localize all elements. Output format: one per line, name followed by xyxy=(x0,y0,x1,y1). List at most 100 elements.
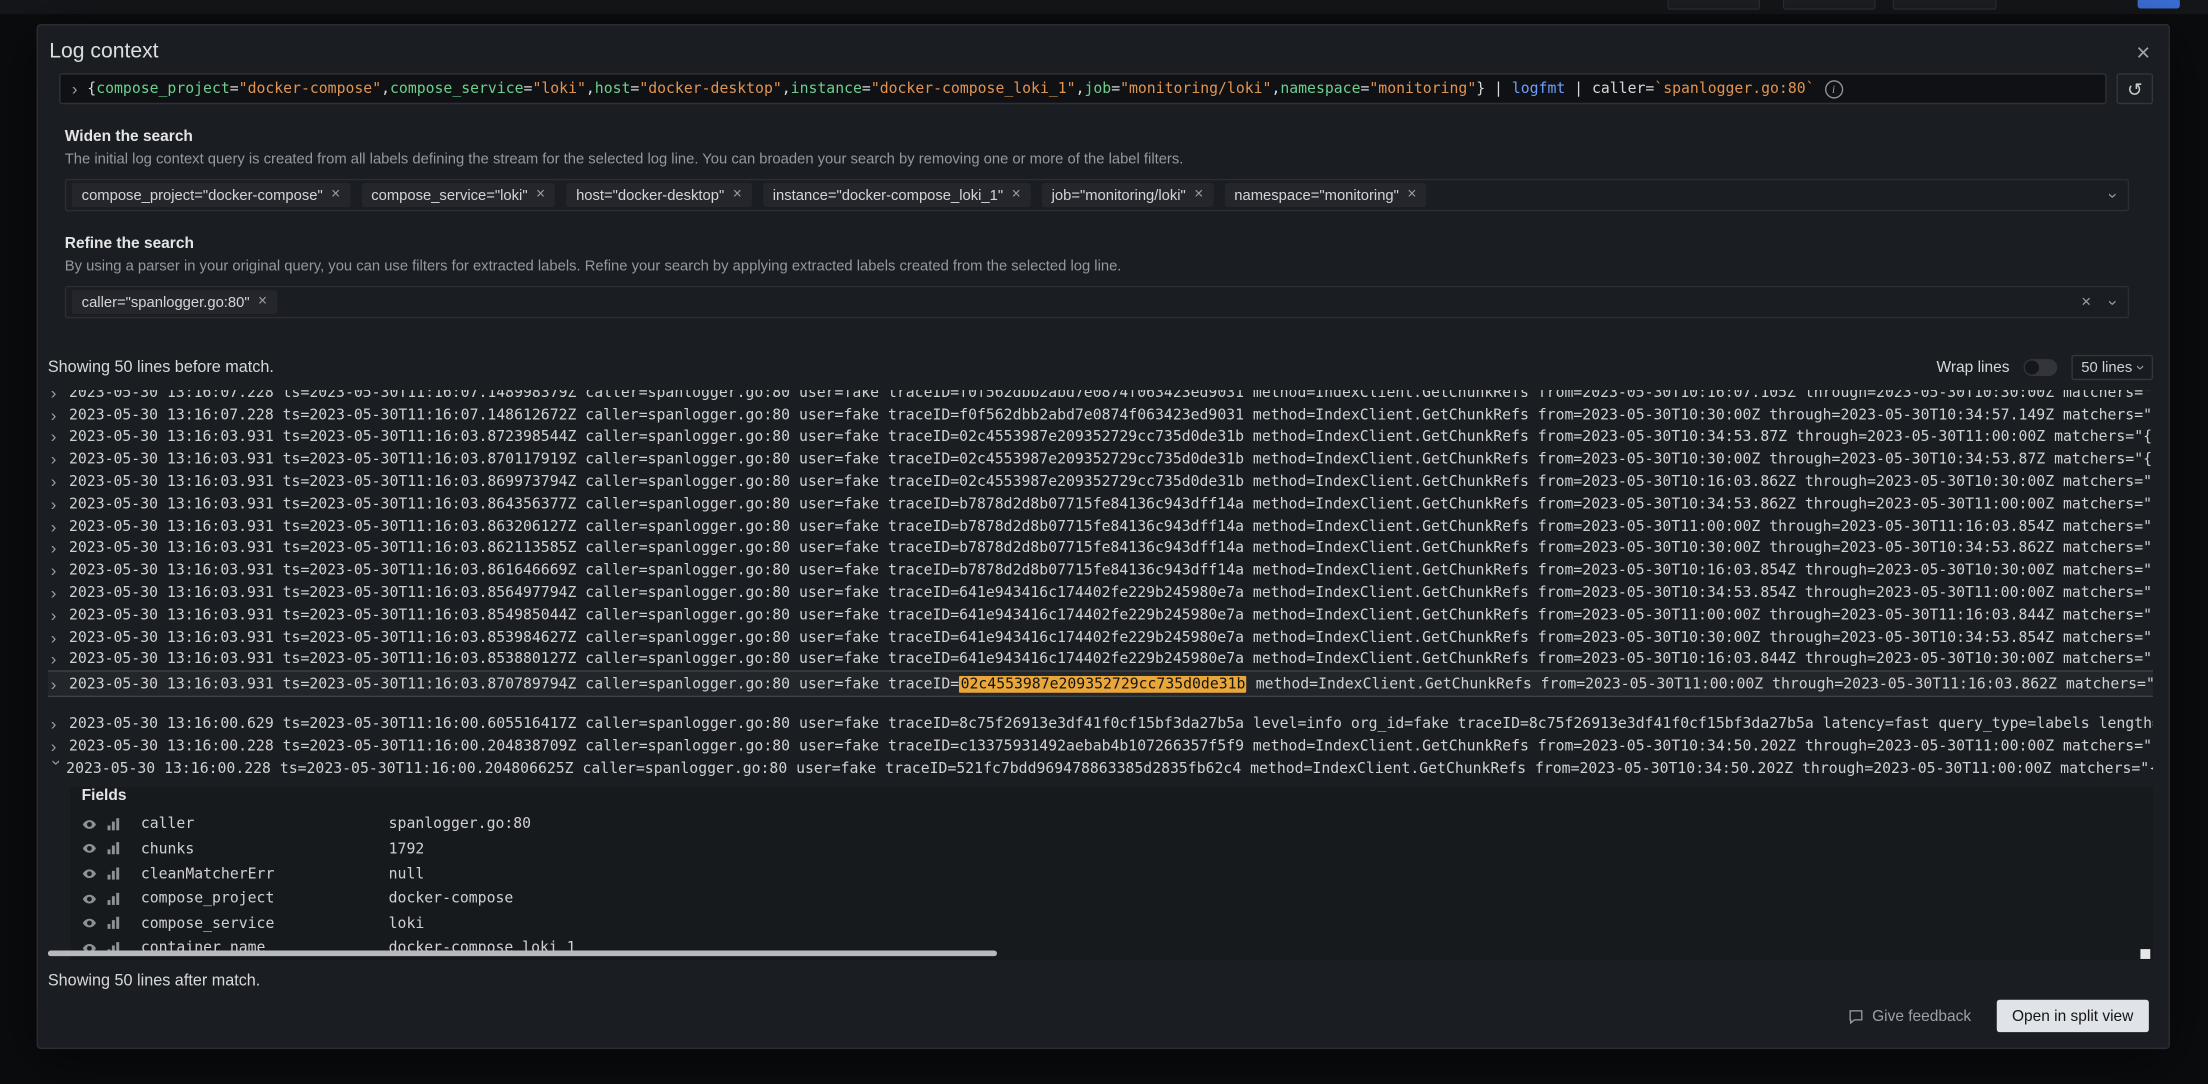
remove-filter-icon[interactable]: × xyxy=(258,294,267,309)
field-stats-icon[interactable] xyxy=(106,916,121,931)
log-line[interactable]: › 2023-05-30 13:16:03.931 ts=2023-05-30T1… xyxy=(48,604,2153,626)
log-line[interactable]: › 2023-05-30 13:16:03.931 ts=2023-05-30T1… xyxy=(48,515,2153,537)
query-token: "docker-compose_loki_1" xyxy=(870,80,1076,98)
eye-icon[interactable] xyxy=(82,916,97,931)
log-line[interactable]: › 2023-05-30 13:16:00.228 ts=2023-05-30T1… xyxy=(48,757,2153,779)
chevron-down-icon[interactable]: › xyxy=(2104,193,2124,199)
log-line-text: 2023-05-30 13:16:00.629 ts=2023-05-30T11… xyxy=(68,715,2153,733)
remove-filter-icon[interactable]: × xyxy=(536,187,545,202)
log-line[interactable]: › 2023-05-30 13:16:03.931 ts=2023-05-30T1… xyxy=(48,471,2153,493)
background-primary-button xyxy=(2137,0,2180,9)
log-line[interactable]: › 2023-05-30 13:16:00.228 ts=2023-05-30T1… xyxy=(48,735,2153,757)
log-line-text: 2023-05-30 13:16:07.228 ts=2023-05-30T11… xyxy=(68,390,2153,402)
expand-row-icon[interactable]: › xyxy=(48,429,69,446)
query-token: = xyxy=(630,80,640,98)
eye-icon[interactable] xyxy=(82,817,97,832)
log-line[interactable]: › 2023-05-30 13:16:07.228 ts=2023-05-30T1… xyxy=(48,404,2153,426)
field-stats-icon[interactable] xyxy=(106,891,121,906)
label-filter-pill[interactable]: compose_service="loki" × xyxy=(361,183,555,207)
field-stats-icon[interactable] xyxy=(106,841,121,856)
filter-pill-label: compose_project="docker-compose" xyxy=(81,186,323,204)
log-details-panel: Fields caller spanlogger.go:80 chunks 1792 c… xyxy=(70,786,2154,961)
label-filter-pill[interactable]: job="monitoring/loki" × xyxy=(1041,183,1214,207)
comment-icon xyxy=(1850,1009,1864,1024)
label-filter-pill[interactable]: caller="spanlogger.go:80" × xyxy=(71,290,277,315)
lines-count-select[interactable]: 50 lines › xyxy=(2071,354,2154,381)
log-line[interactable]: › 2023-05-30 13:16:03.931 ts=2023-05-30T1… xyxy=(48,426,2153,448)
expand-row-icon[interactable]: › xyxy=(48,651,69,668)
expand-row-icon[interactable]: › xyxy=(48,451,69,468)
expand-row-icon[interactable]: › xyxy=(48,407,69,424)
log-line[interactable]: › 2023-05-30 13:16:03.931 ts=2023-05-30T1… xyxy=(48,560,2153,582)
label-filter-pill[interactable]: compose_project="docker-compose" × xyxy=(71,183,351,207)
chevron-down-icon[interactable]: › xyxy=(2104,300,2124,306)
eye-icon[interactable] xyxy=(82,841,97,856)
expand-row-icon[interactable]: › xyxy=(48,738,69,755)
open-split-view-button[interactable]: Open in split view xyxy=(1996,999,2149,1033)
expand-row-icon[interactable]: › xyxy=(48,676,69,693)
horizontal-scrollbar[interactable] xyxy=(47,950,997,957)
expand-row-icon[interactable]: › xyxy=(48,715,69,732)
expand-row-icon[interactable]: › xyxy=(48,607,69,624)
query-token: compose_project xyxy=(96,80,230,98)
query-token: job xyxy=(1084,80,1112,98)
expand-row-icon[interactable]: › xyxy=(48,540,69,557)
remove-filter-icon[interactable]: × xyxy=(1012,187,1021,202)
wrap-lines-toggle[interactable] xyxy=(2023,359,2058,376)
log-line[interactable]: › 2023-05-30 13:16:07.228 ts=2023-05-30T1… xyxy=(48,390,2153,404)
log-line[interactable]: › 2023-05-30 13:16:03.931 ts=2023-05-30T1… xyxy=(48,649,2153,671)
clear-all-icon[interactable]: × xyxy=(2081,291,2091,311)
log-line[interactable]: › 2023-05-30 13:16:03.931 ts=2023-05-30T1… xyxy=(48,493,2153,515)
close-icon[interactable]: × xyxy=(2133,38,2153,68)
revert-query-icon[interactable]: ↺ xyxy=(2116,73,2154,105)
chevron-right-icon[interactable]: › xyxy=(72,80,78,97)
remove-filter-icon[interactable]: × xyxy=(1407,187,1416,202)
log-line[interactable]: › 2023-05-30 13:16:00.629 ts=2023-05-30T1… xyxy=(48,713,2153,735)
expand-row-icon[interactable]: › xyxy=(48,473,69,490)
field-stats-icon[interactable] xyxy=(106,817,121,832)
refine-pill-wrap: caller="spanlogger.go:80" × xyxy=(71,290,277,315)
expand-row-icon[interactable]: › xyxy=(48,562,69,579)
query-token: = xyxy=(523,80,533,98)
remove-filter-icon[interactable]: × xyxy=(733,187,742,202)
log-line[interactable]: › 2023-05-30 13:16:03.931 ts=2023-05-30T1… xyxy=(48,582,2153,604)
log-line[interactable]: › 2023-05-30 13:16:03.931 ts=2023-05-30T1… xyxy=(48,626,2153,648)
query-token: compose_service xyxy=(390,80,524,98)
refine-filters-select[interactable]: caller="spanlogger.go:80" × × › xyxy=(64,285,2130,319)
log-line-text: 2023-05-30 13:16:03.931 ts=2023-05-30T11… xyxy=(68,651,2153,669)
expand-row-icon[interactable]: › xyxy=(48,390,69,401)
expand-row-icon[interactable]: › xyxy=(48,518,69,535)
filter-pill-label: caller="spanlogger.go:80" xyxy=(81,293,250,311)
log-context-query-bar[interactable]: › {compose_project="docker-compose",comp… xyxy=(59,73,2107,105)
remove-filter-icon[interactable]: × xyxy=(331,187,340,202)
query-token: , xyxy=(1271,80,1281,98)
remove-filter-icon[interactable]: × xyxy=(1194,187,1203,202)
widen-pill-wrap: compose_project="docker-compose" × compose… xyxy=(71,183,1427,207)
chevron-down-icon: › xyxy=(2132,364,2150,371)
matched-log-line[interactable]: › 2023-05-30 13:16:03.931 ts=2023-05-30T1… xyxy=(47,670,2154,698)
fields-heading: Fields xyxy=(81,786,127,804)
collapse-row-icon[interactable]: › xyxy=(48,759,67,777)
log-line[interactable]: › 2023-05-30 13:16:03.931 ts=2023-05-30T1… xyxy=(48,537,2153,559)
label-filter-pill[interactable]: instance="docker-compose_loki_1" × xyxy=(762,183,1031,207)
label-filter-pill[interactable]: namespace="monitoring" × xyxy=(1224,183,1427,207)
label-filter-pill[interactable]: host="docker-desktop" × xyxy=(566,183,752,207)
field-value: loki xyxy=(388,914,425,932)
field-stats-icon[interactable] xyxy=(106,866,121,881)
widen-filters-select[interactable]: compose_project="docker-compose" × compose… xyxy=(64,178,2130,212)
give-feedback-link[interactable]: Give feedback xyxy=(1848,1008,1971,1024)
expand-row-icon[interactable]: › xyxy=(48,495,69,512)
scroll-corner xyxy=(2140,949,2151,959)
expand-row-icon[interactable]: › xyxy=(48,629,69,646)
query-token: | xyxy=(1485,80,1512,98)
log-line-text: 2023-05-30 13:16:03.931 ts=2023-05-30T11… xyxy=(68,495,2153,513)
modal-footer: Give feedback Open in split view xyxy=(1848,999,2149,1033)
widen-search-description: The initial log context query is created… xyxy=(64,150,1184,168)
eye-icon[interactable] xyxy=(82,891,97,906)
log-line[interactable]: › 2023-05-30 13:16:03.931 ts=2023-05-30T1… xyxy=(48,448,2153,470)
log-line-text: 2023-05-30 13:16:03.931 ts=2023-05-30T11… xyxy=(68,562,2153,580)
field-row: chunks 1792 xyxy=(70,837,2153,862)
query-token: "monitoring" xyxy=(1369,80,1477,98)
expand-row-icon[interactable]: › xyxy=(48,584,69,601)
eye-icon[interactable] xyxy=(82,866,97,881)
